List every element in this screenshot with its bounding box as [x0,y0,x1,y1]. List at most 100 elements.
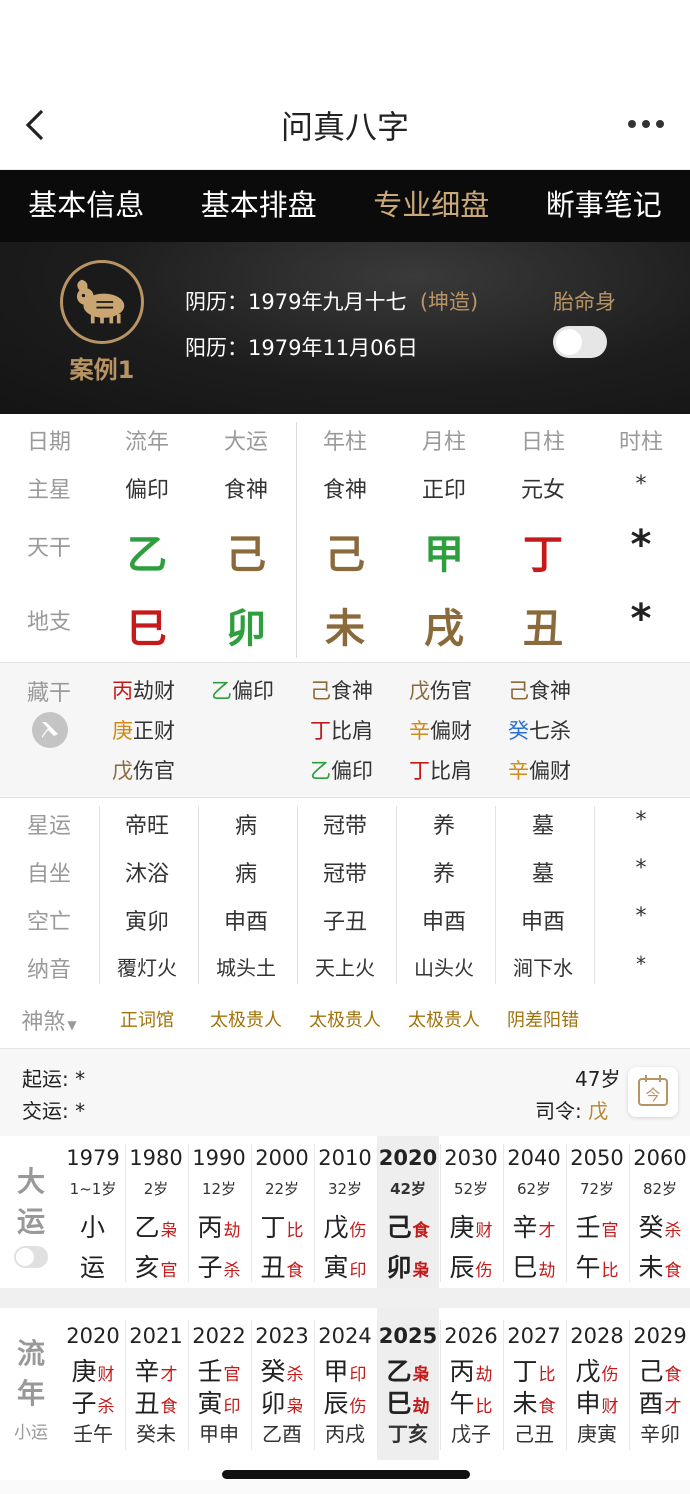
detail-3-4: 涧下水 [513,956,573,980]
tab-0[interactable]: 基本信息 [0,170,173,242]
dayun-gan-8: 壬官 [575,1213,619,1242]
page-title: 问真八字 [280,108,409,146]
detail-2-2: 子丑 [322,910,367,935]
home-indicator [222,1470,470,1479]
dayun-gan-5: 己食 [386,1213,430,1242]
heavenly-stem-3: 甲 [424,532,464,578]
detail-1-0: 沐浴 [124,862,169,887]
heavenly-stem-1: 己 [226,532,266,578]
shensha-1[interactable]: 太极贵人 [197,1006,295,1032]
liunian-zhi-5: 巳劫 [386,1389,430,1418]
dayun-side-1: 大 [16,1165,45,1198]
dayun-zhi-4: 寅印 [323,1253,367,1282]
hidden-stem-2-2: 乙偏印 [310,755,373,785]
tab-1[interactable]: 基本排盘 [173,170,346,242]
dayun-year-5[interactable]: 2020 [377,1146,439,1170]
details-section: 星运 帝旺病冠带养墓 * 自坐 沐浴病冠带养墓 * 空亡 寅卯 申酉 子丑 申酉 申酉 * 纳音 覆灯火 城头… [0,798,690,1048]
liunian-section: 流年小运 2020 庚财 子杀 壬午 2021 辛才 丑食 癸未 2022 壬官 寅印 甲申 2023 癸杀… [0,1308,690,1468]
hidden-stem-4-1: 癸七杀 [508,715,571,745]
shensha-label[interactable]: 神煞 ▼ [0,1004,98,1036]
liunian-year-9[interactable]: 2029 [629,1324,690,1348]
hidden-stem-gan: 丁 [409,759,430,783]
dayun-year-0[interactable]: 1979 [62,1146,124,1170]
more-options-icon[interactable] [628,120,664,128]
pin-icon[interactable] [32,712,68,748]
dayun-age-7: 62岁 [516,1180,552,1198]
detail-0-2: 冠带 [322,814,367,839]
dayun-zhi-6: 辰伤 [449,1253,493,1282]
hidden-stem-shishen: 比肩 [331,719,373,743]
main-star-3: 正印 [421,478,466,503]
dayun-year-7[interactable]: 2040 [503,1146,565,1170]
liunian-year-5[interactable]: 2025 [377,1324,439,1348]
detail-0-1: 病 [234,814,257,839]
liunian-gan-0: 庚财 [71,1357,115,1386]
grid-header-4: 月柱 [421,430,466,455]
tab-2[interactable]: 专业细盘 [345,170,518,242]
liunian-year-2[interactable]: 2022 [188,1324,250,1348]
liunian-side-2: 年 [16,1377,45,1410]
detail-1-2: 冠带 [322,862,367,887]
siling-line: 司令: 戊 [535,1099,609,1123]
liunian-year-3[interactable]: 2023 [251,1324,313,1348]
liunian-year-8[interactable]: 2028 [566,1324,628,1348]
liunian-gan-3: 癸杀 [260,1357,304,1386]
shensha-4[interactable]: 阴差阳错 [494,1006,592,1032]
hidden-stem-gan: 庚 [112,719,133,743]
liunian-year-4[interactable]: 2024 [314,1324,376,1348]
solar-date-line: 阳历：1979年11月06日 [185,336,418,360]
dayun-year-8[interactable]: 2050 [566,1146,628,1170]
dayun-zhi-9: 未食 [638,1253,682,1282]
dayun-year-4[interactable]: 2010 [314,1146,376,1170]
hidden-stem-gan: 乙 [211,679,232,703]
grid-header-6: 时柱 [618,430,663,455]
hidden-stem-shishen: 比肩 [430,759,472,783]
current-age: 47岁 [575,1067,621,1091]
dayun-year-3[interactable]: 2000 [251,1146,313,1170]
taiming-toggle[interactable] [553,326,607,358]
dayun-year-6[interactable]: 2030 [440,1146,502,1170]
bottom-strip [0,1480,690,1494]
dayun-year-9[interactable]: 2060 [629,1146,690,1170]
jiaoyun-text: 交运: * [22,1099,86,1123]
dayun-toggle[interactable] [14,1246,48,1268]
shensha-3[interactable]: 太极贵人 [395,1006,493,1032]
dayun-year-1[interactable]: 1980 [125,1146,187,1170]
pillar-grid: 日期 流年 大运 年柱 月柱 日柱 时柱 主星 偏印 食神 食神 正印 元女 * 天干 乙 己 己 甲 丁 * 地支 巳 卯 未… [0,414,690,662]
liunian-side-1: 流 [16,1337,45,1370]
svg-text:今: 今 [645,1086,660,1104]
heavenly-stem-0: 乙 [127,532,167,578]
liunian-year-0[interactable]: 2020 [62,1324,124,1348]
liunian-zhi-8: 申财 [575,1389,619,1418]
dayun-zhi-5: 卯枭 [386,1253,430,1282]
liunian-zhi-4: 辰伤 [323,1389,367,1418]
dayun-side-2: 运 [16,1205,45,1238]
tab-3[interactable]: 断事笔记 [518,170,690,242]
grid-header-0: 日期 [26,430,71,455]
hidden-stem-2-1: 丁比肩 [310,715,373,745]
hidden-stems-section: 藏干 丙劫财 庚正财 戊伤官 乙偏印 己食神 丁比肩 乙偏印 戊伤官 辛偏财 丁比肩 己食神 癸七杀辛… [0,662,690,798]
detail-1-4: 墓 [531,862,554,887]
liunian-year-6[interactable]: 2026 [440,1324,502,1348]
liunian-year-1[interactable]: 2021 [125,1324,187,1348]
liunian-zhi-7: 未食 [512,1389,556,1418]
grid-row-label-0: 主星 [26,478,71,503]
xiaoyun-label: 小运 [14,1423,48,1443]
liunian-zhi-3: 卯枭 [260,1389,304,1418]
detail-2-3: 申酉 [421,910,466,935]
dayun-year-2[interactable]: 1990 [188,1146,250,1170]
shensha-0[interactable]: 正词馆 [98,1006,196,1032]
today-calendar-icon[interactable]: 今 [628,1067,678,1117]
detail-label-1: 自坐 [26,862,71,887]
profile-header: 案例1 阴历：1979年九月十七 (坤造) 阳历：1979年11月06日 胎命身 [0,242,690,414]
hidden-stem-gan: 戊 [409,679,430,703]
case-label: 案例1 [69,356,135,384]
dayun-zhi-1: 亥官 [134,1253,178,1282]
zodiac-goat-avatar-icon [60,260,144,344]
dayun-zhi-7: 巳劫 [512,1253,556,1282]
hidden-stem-shishen: 食神 [529,679,571,703]
main-star-0: 偏印 [124,478,169,503]
dayun-age-2: 12岁 [201,1180,237,1198]
liunian-year-7[interactable]: 2027 [503,1324,565,1348]
shensha-2[interactable]: 太极贵人 [296,1006,394,1032]
